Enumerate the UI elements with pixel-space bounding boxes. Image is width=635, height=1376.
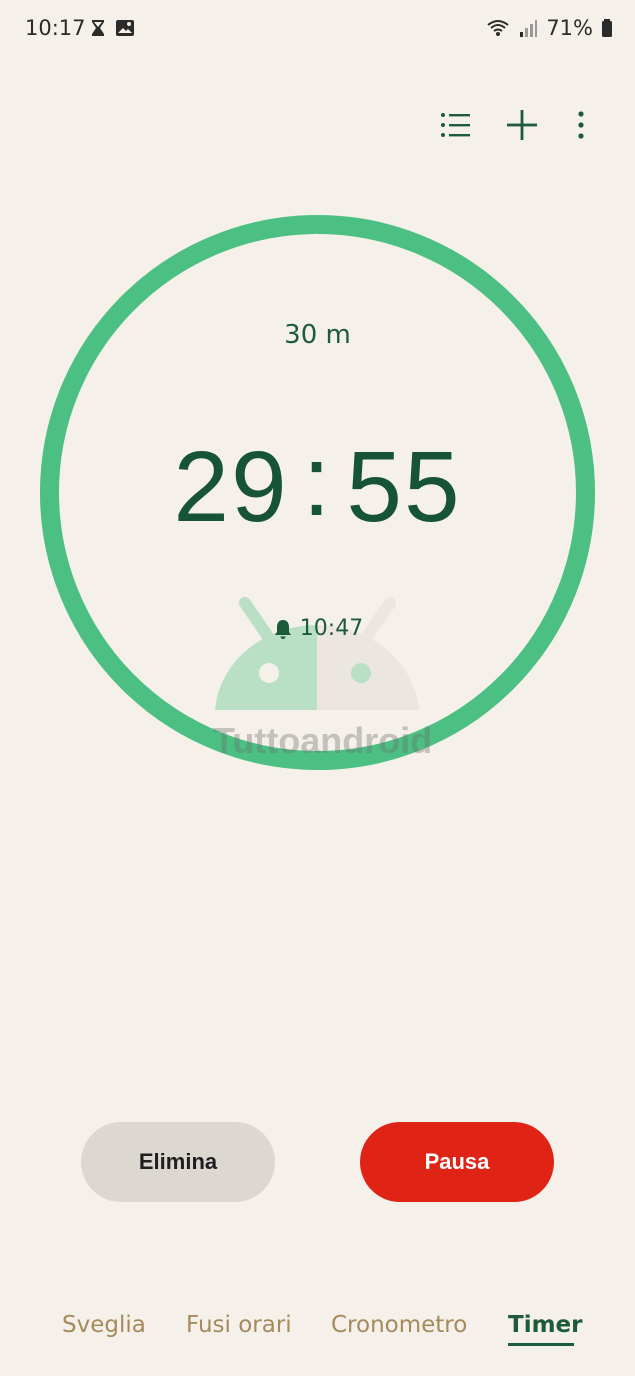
more-vert-icon [578, 111, 584, 139]
countdown-minutes: 29 [173, 431, 289, 543]
countdown-separator: : [302, 425, 333, 537]
bottom-nav: Sveglia Fusi orari Cronometro Timer [0, 1300, 635, 1360]
tab-timer[interactable]: Timer [508, 1312, 582, 1338]
countdown-display: 29:55 [0, 425, 635, 545]
timer-duration: 30 m [284, 320, 351, 350]
tab-timer-indicator [508, 1343, 574, 1346]
pause-button[interactable]: Pausa [360, 1122, 554, 1202]
more-options-button[interactable] [559, 103, 603, 147]
wifi-icon [487, 20, 509, 36]
status-right: 71% [486, 16, 613, 40]
image-icon [116, 20, 134, 36]
tab-stopwatch[interactable]: Cronometro [331, 1312, 467, 1338]
status-time: 10:17 [25, 16, 86, 40]
plus-icon [507, 110, 537, 140]
battery-icon [602, 19, 612, 37]
tab-world-clock[interactable]: Fusi orari [186, 1312, 292, 1338]
signal-icon [520, 20, 538, 37]
battery-percent: 71% [546, 16, 593, 40]
list-button[interactable] [434, 103, 478, 147]
bell-icon [274, 619, 291, 639]
status-bar: 10:17 71% [0, 0, 635, 60]
end-time: 10:47 [0, 616, 635, 641]
add-timer-button[interactable] [500, 103, 544, 147]
end-time-label: 10:47 [299, 616, 364, 641]
tab-alarm[interactable]: Sveglia [62, 1312, 146, 1338]
delete-button[interactable]: Elimina [81, 1122, 275, 1202]
list-icon [441, 113, 470, 137]
countdown-seconds: 55 [346, 431, 462, 543]
hourglass-icon [92, 20, 104, 36]
